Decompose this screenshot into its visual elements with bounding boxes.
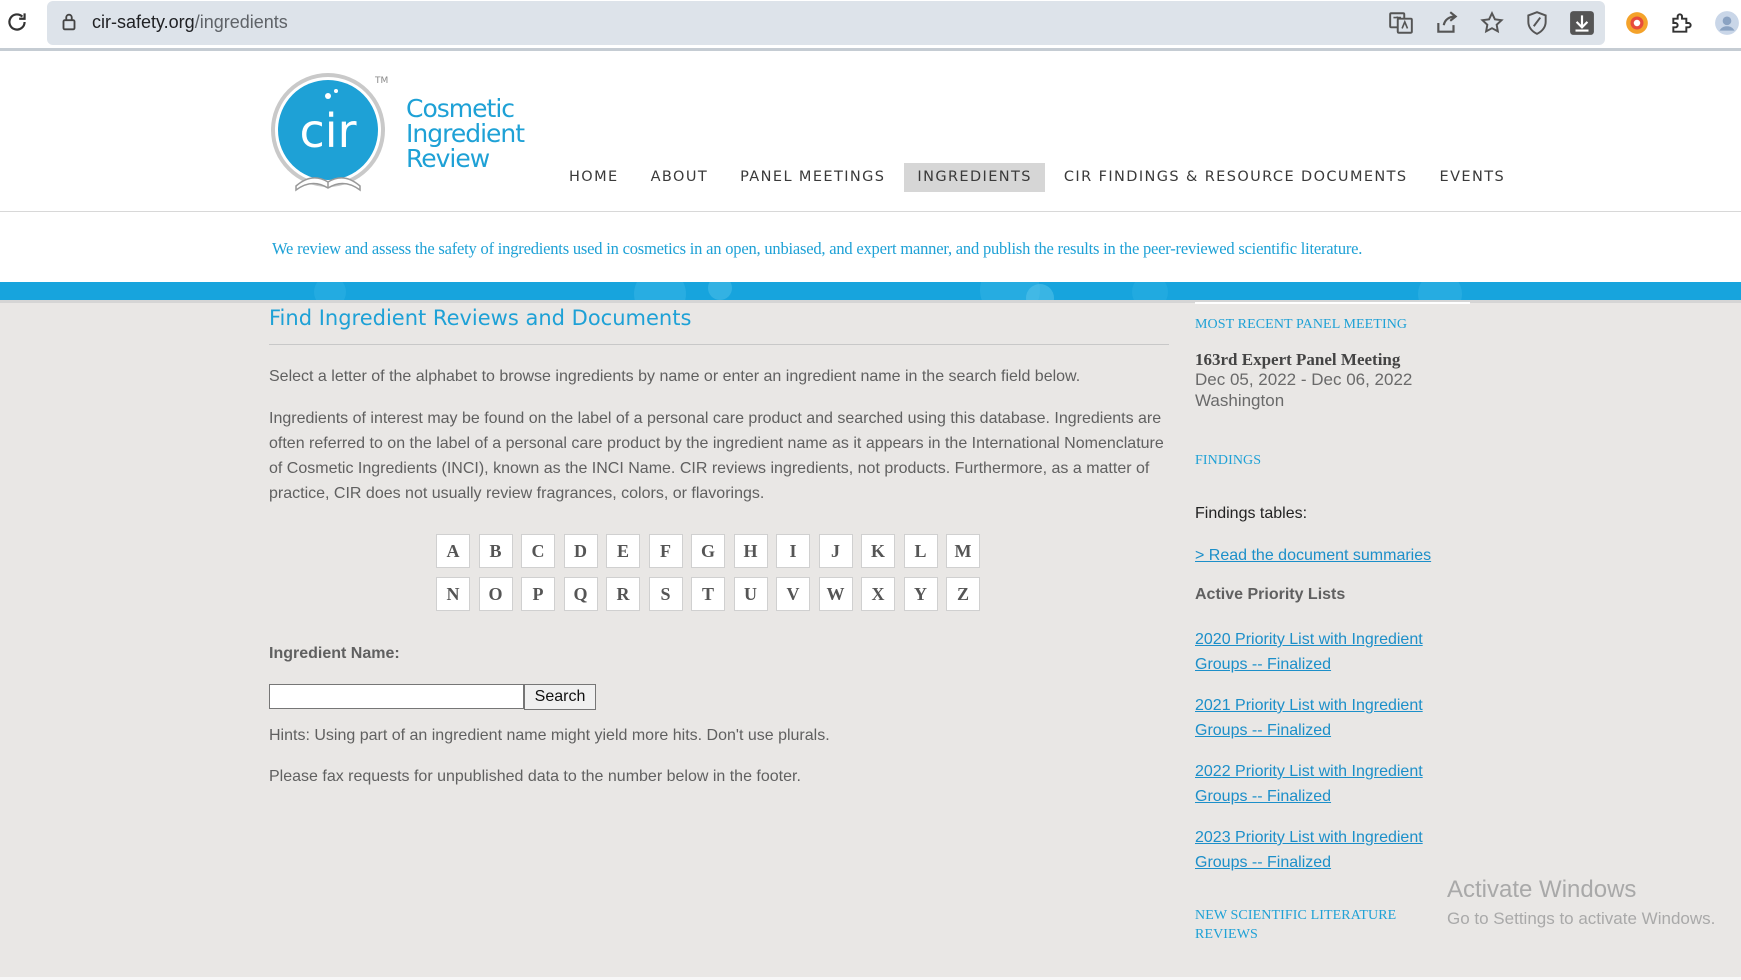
fax-note: Please fax requests for unpublished data… <box>269 768 801 785</box>
chrome-extension-icon[interactable] <box>1624 10 1650 36</box>
alphabet-row: NOPQRSTUVWXYZ <box>436 577 996 611</box>
active-priority-heading: Active Priority Lists <box>1195 586 1346 603</box>
nav-about[interactable]: ABOUT <box>638 163 722 192</box>
nav-events[interactable]: EVENTS <box>1427 163 1519 192</box>
letter-link-p[interactable]: P <box>521 577 555 611</box>
reload-icon[interactable] <box>4 9 30 35</box>
lock-icon[interactable] <box>58 11 80 33</box>
meeting-title[interactable]: 163rd Expert Panel Meeting <box>1195 350 1400 370</box>
priority-list-2021-link[interactable]: 2021 Priority List with Ingredient Group… <box>1195 693 1455 743</box>
profile-icon[interactable] <box>1714 10 1740 36</box>
recent-meeting-heading[interactable]: MOST RECENT PANEL MEETING <box>1195 317 1407 333</box>
star-icon[interactable] <box>1479 10 1505 36</box>
letter-link-q[interactable]: Q <box>563 577 598 611</box>
meeting-dates: Dec 05, 2022 - Dec 06, 2022 <box>1195 370 1413 389</box>
letter-link-l[interactable]: L <box>903 534 938 568</box>
cir-logo-icon[interactable]: cir TM <box>268 72 392 196</box>
ingredient-search-input[interactable] <box>269 684 524 709</box>
url-path: /ingredients <box>194 12 288 32</box>
translate-icon[interactable] <box>1388 10 1414 36</box>
letter-link-m[interactable]: M <box>946 534 980 568</box>
logo-wordmark[interactable]: Cosmetic Ingredient Review <box>406 94 525 173</box>
letter-link-w[interactable]: W <box>818 577 853 611</box>
banner-shadow <box>0 300 1741 303</box>
priority-list-2022-link[interactable]: 2022 Priority List with Ingredient Group… <box>1195 759 1455 809</box>
search-button[interactable]: Search <box>524 684 596 710</box>
letter-link-n[interactable]: N <box>436 577 470 611</box>
letter-link-z[interactable]: Z <box>946 577 980 611</box>
main-nav: HOME ABOUT PANEL MEETINGS INGREDIENTS CI… <box>556 163 1524 192</box>
findings-tables-label: Findings tables: <box>1195 505 1308 522</box>
shield-icon[interactable] <box>1524 10 1550 36</box>
letter-link-i[interactable]: I <box>776 534 810 568</box>
alphabet-index: ABCDEFGHIJKLM NOPQRSTUVWXYZ <box>436 534 996 620</box>
letter-link-u[interactable]: U <box>733 577 768 611</box>
letter-link-v[interactable]: V <box>776 577 810 611</box>
letter-link-f[interactable]: F <box>648 534 683 568</box>
windows-watermark-title: Activate Windows <box>1447 876 1637 903</box>
letter-link-a[interactable]: A <box>436 534 470 568</box>
title-divider <box>269 344 1169 345</box>
letter-link-x[interactable]: X <box>861 577 895 611</box>
nav-home[interactable]: HOME <box>556 163 632 192</box>
letter-link-g[interactable]: G <box>691 534 725 568</box>
nav-ingredients[interactable]: INGREDIENTS <box>904 163 1045 192</box>
letter-link-d[interactable]: D <box>563 534 598 568</box>
logo-mark: cir <box>300 104 357 158</box>
address-url[interactable]: cir-safety.org/ingredients <box>92 12 288 33</box>
sidebar-divider <box>1195 302 1470 304</box>
search-hint: Hints: Using part of an ingredient name … <box>269 727 830 744</box>
site-tagline: We review and assess the safety of ingre… <box>272 239 1363 258</box>
letter-link-h[interactable]: H <box>733 534 768 568</box>
meeting-location: Washington <box>1195 391 1285 410</box>
url-host: cir-safety.org <box>92 12 195 32</box>
letter-link-o[interactable]: O <box>478 577 513 611</box>
read-summaries-link[interactable]: > Read the document summaries <box>1195 543 1431 568</box>
nav-cir-findings[interactable]: CIR FINDINGS & RESOURCE DOCUMENTS <box>1051 163 1421 192</box>
letter-link-y[interactable]: Y <box>903 577 938 611</box>
nav-panel-meetings[interactable]: PANEL MEETINGS <box>727 163 898 192</box>
letter-link-e[interactable]: E <box>606 534 640 568</box>
description-text: Ingredients of interest may be found on … <box>269 410 1164 502</box>
letter-link-t[interactable]: T <box>691 577 725 611</box>
download-icon[interactable] <box>1569 10 1595 36</box>
logo-word-review: Review <box>406 144 490 173</box>
letter-link-s[interactable]: S <box>648 577 683 611</box>
letter-link-k[interactable]: K <box>861 534 895 568</box>
ingredient-name-label: Ingredient Name: <box>269 645 400 662</box>
page-title: Find Ingredient Reviews and Documents <box>269 306 692 330</box>
alphabet-row: ABCDEFGHIJKLM <box>436 534 996 568</box>
puzzle-icon[interactable] <box>1669 10 1695 36</box>
priority-list-2023-link[interactable]: 2023 Priority List with Ingredient Group… <box>1195 825 1455 875</box>
literature-reviews-heading[interactable]: NEW SCIENTIFIC LITERATURE REVIEWS <box>1195 906 1435 944</box>
findings-heading[interactable]: FINDINGS <box>1195 453 1261 469</box>
logo-trademark: TM <box>374 76 388 86</box>
intro-text: Select a letter of the alphabet to brows… <box>269 368 1081 385</box>
letter-link-r[interactable]: R <box>606 577 640 611</box>
letter-link-j[interactable]: J <box>818 534 853 568</box>
decorative-banner <box>0 282 1741 300</box>
letter-link-c[interactable]: C <box>521 534 555 568</box>
share-icon[interactable] <box>1434 10 1460 36</box>
logo-word-ingredient: Ingredient <box>406 119 525 148</box>
letter-link-b[interactable]: B <box>478 534 513 568</box>
windows-watermark-subtitle: Go to Settings to activate Windows. <box>1447 909 1716 928</box>
priority-list-2020-link[interactable]: 2020 Priority List with Ingredient Group… <box>1195 627 1455 677</box>
logo-word-cosmetic: Cosmetic <box>406 94 515 123</box>
